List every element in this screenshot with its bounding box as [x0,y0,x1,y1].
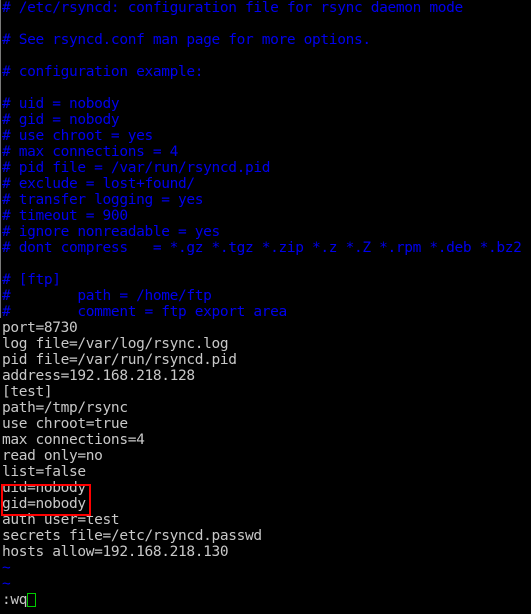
buffer-line: # ignore nonreadable = yes [2,224,220,240]
buffer-line: uid=nobody [2,480,86,496]
buffer-line: # exclude = lost+found/ [2,176,195,192]
text-cursor [27,593,37,607]
buffer-line: # configuration example: [2,64,204,80]
buffer-filler-tilde: ~ [2,560,11,576]
buffer-line: # timeout = 900 [2,208,128,224]
buffer-line [0,80,531,96]
buffer-filler-tilde: ~ [2,576,11,592]
buffer-line: # transfer logging = yes [2,192,204,208]
buffer-line: # max connections = 4 [2,144,178,160]
buffer-line: gid=nobody [2,496,86,512]
buffer-line [0,48,531,64]
buffer-line: use chroot=true [2,416,128,432]
vim-text-buffer[interactable]: # /etc/rsyncd: configuration file for rs… [0,0,531,608]
buffer-line [0,256,531,272]
buffer-line: # See rsyncd.conf man page for more opti… [2,32,371,48]
buffer-line: pid file=/var/run/rsyncd.pid [2,352,237,368]
buffer-line: log file=/var/log/rsync.log [2,336,229,352]
terminal-window[interactable]: # /etc/rsyncd: configuration file for rs… [0,0,531,614]
left-edge-gutter [0,0,1,318]
buffer-line: # gid = nobody [2,112,120,128]
buffer-line: # dont compress = *.gz *.tgz *.zip *.z *… [2,240,522,256]
vim-command-text: :wq [2,592,28,608]
buffer-line: secrets file=/etc/rsyncd.passwd [2,528,262,544]
buffer-line: list=false [2,464,86,480]
buffer-line: read only=no [2,448,103,464]
buffer-line: # comment = ftp export area [2,304,287,320]
buffer-line: auth user=test [2,512,120,528]
buffer-line: # use chroot = yes [2,128,153,144]
buffer-line: path=/tmp/rsync [2,400,128,416]
buffer-line: hosts allow=192.168.218.130 [2,544,229,560]
buffer-line [0,16,531,32]
buffer-line: address=192.168.218.128 [2,368,195,384]
buffer-line: port=8730 [2,320,78,336]
buffer-line: # path = /home/ftp [2,288,212,304]
vim-command-line[interactable]: :wq [0,592,531,608]
buffer-line: # /etc/rsyncd: configuration file for rs… [2,0,463,16]
buffer-line: # pid file = /var/run/rsyncd.pid [2,160,271,176]
buffer-line: max connections=4 [2,432,145,448]
buffer-line: # [ftp] [2,272,61,288]
buffer-line: [test] [2,384,53,400]
buffer-line: # uid = nobody [2,96,120,112]
